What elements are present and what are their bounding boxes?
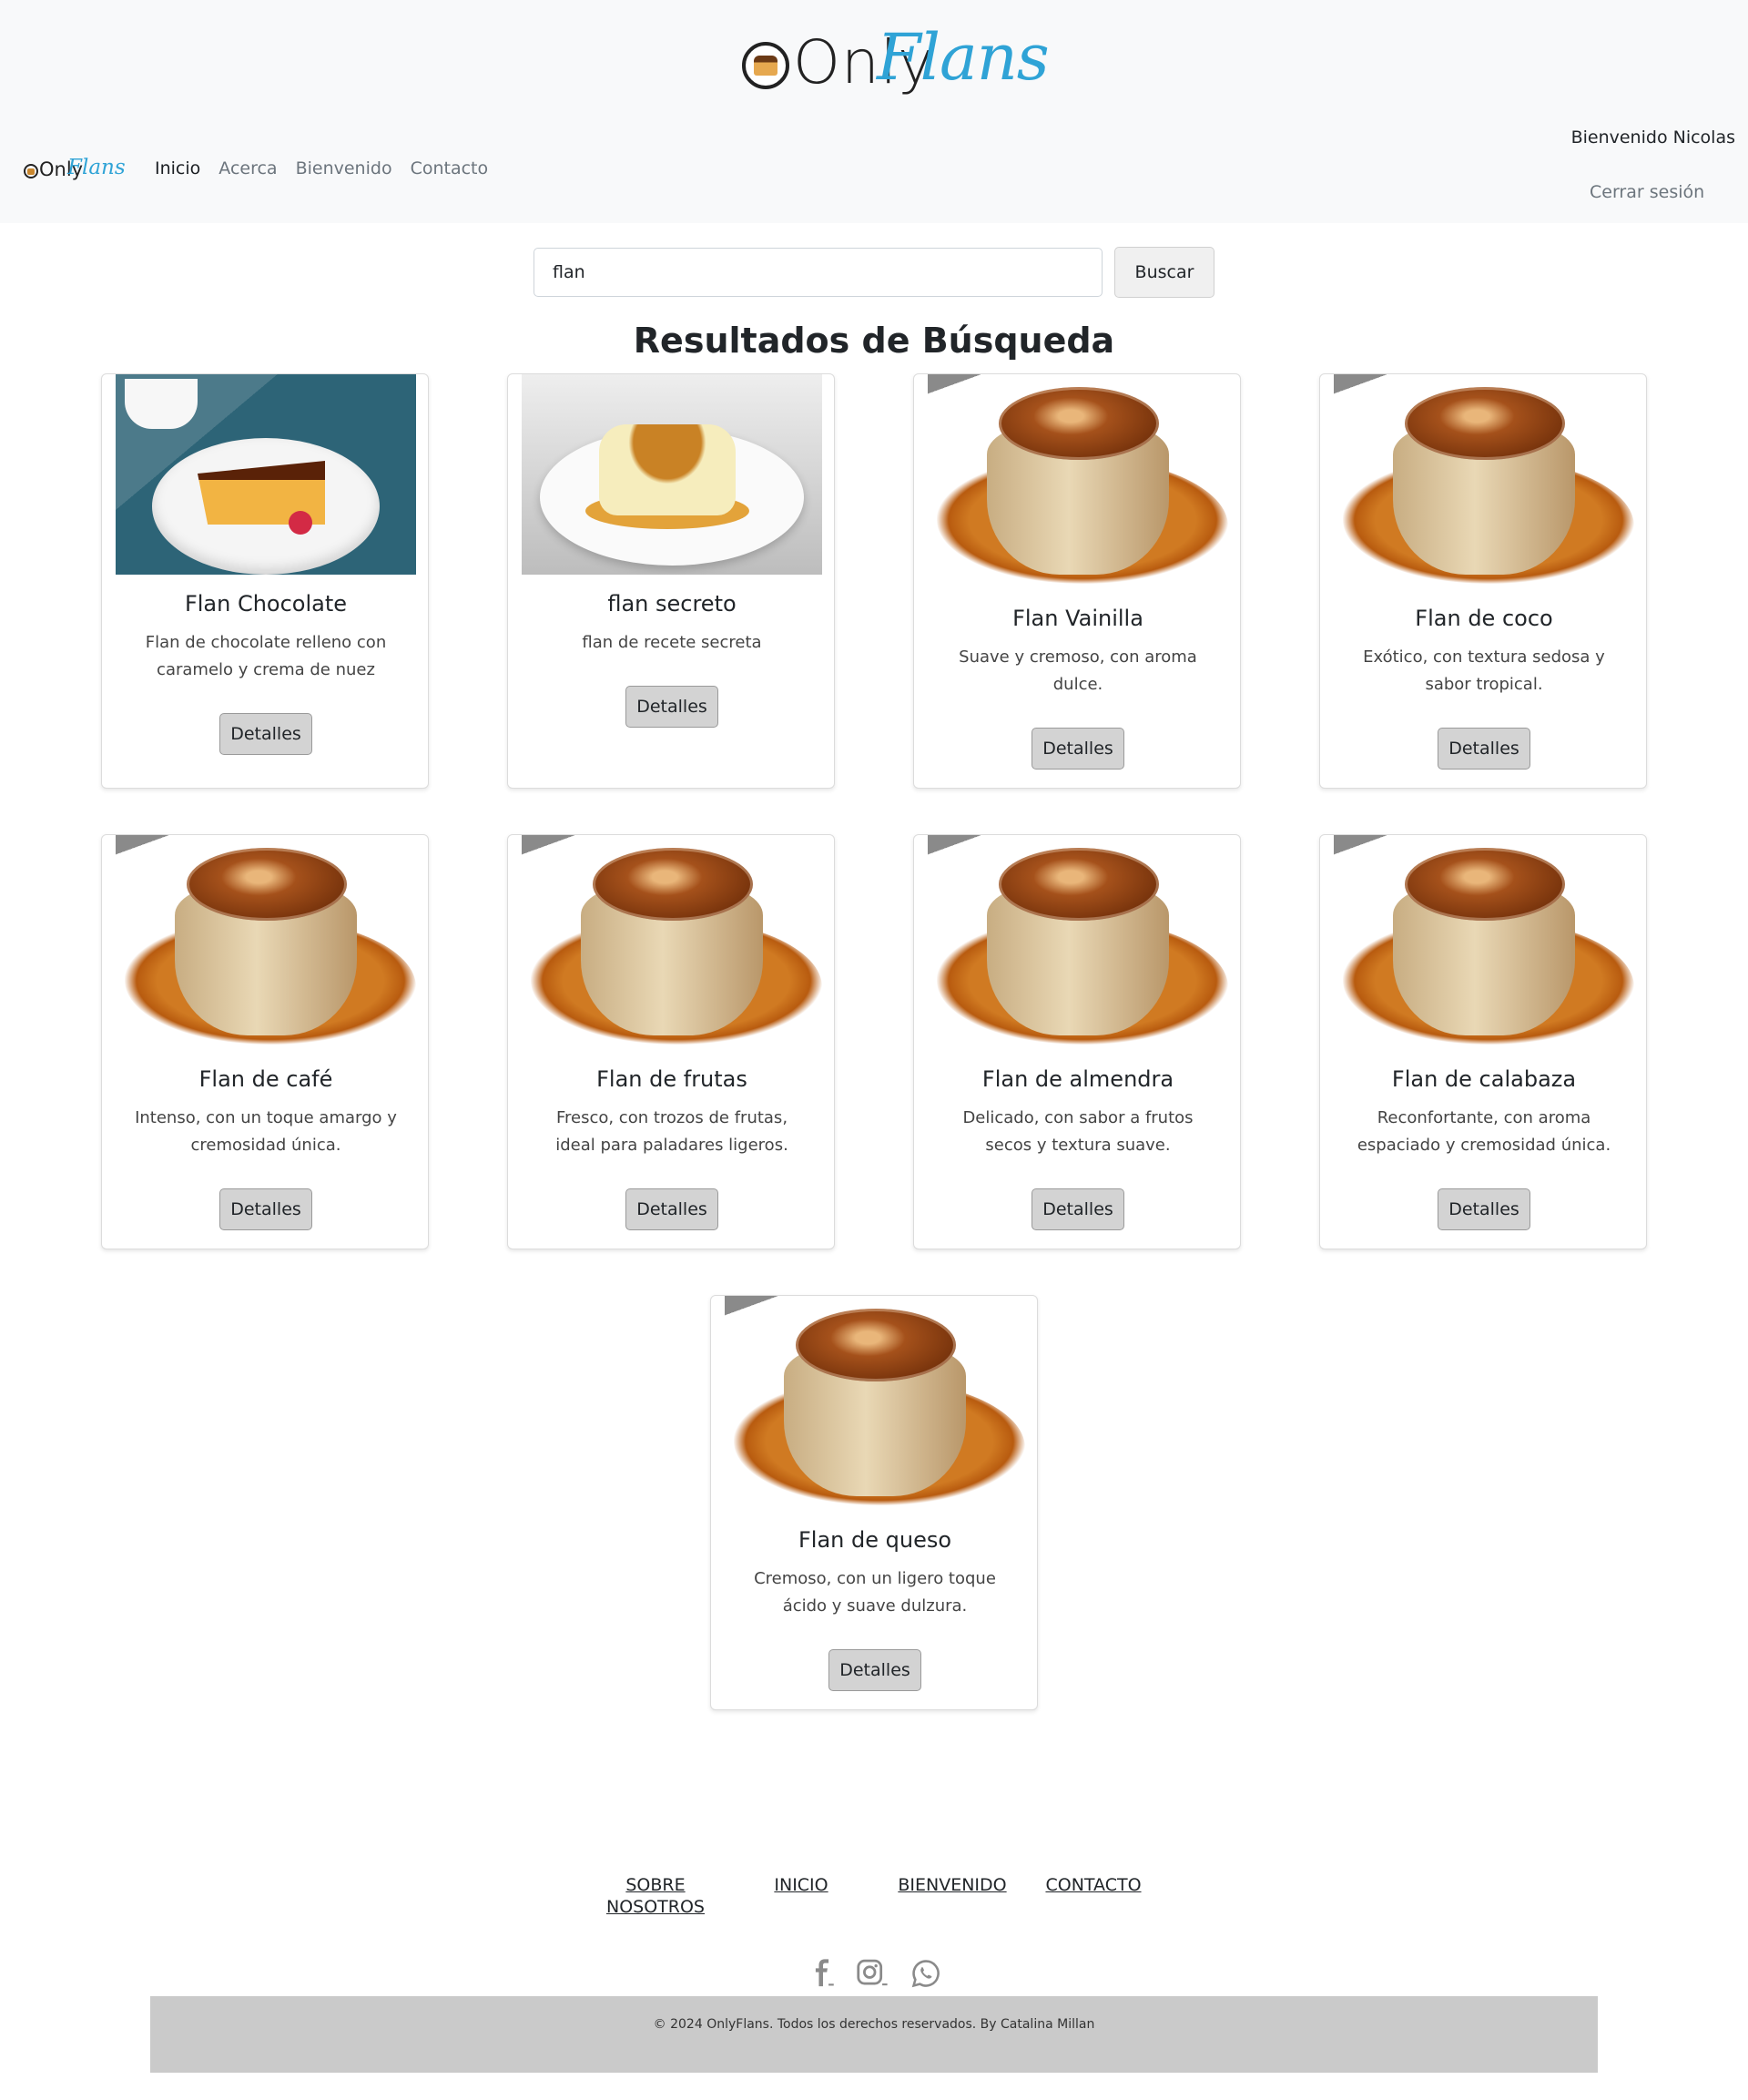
card-description: Exótico, con textura sedosa y sabor trop… xyxy=(1363,647,1605,694)
brand-flans-text: Flans xyxy=(877,20,1050,95)
flan-image xyxy=(1334,374,1634,589)
card-title: Flan Vainilla xyxy=(1012,606,1143,631)
card-title: Flan de café xyxy=(198,1066,333,1092)
instagram-icon[interactable] xyxy=(856,1958,889,1996)
card-title: Flan de queso xyxy=(798,1527,952,1553)
page-title: Resultados de Búsqueda xyxy=(633,321,1115,361)
details-button[interactable]: Detalles xyxy=(625,1188,718,1230)
footer-link-inicio[interactable]: INICIO xyxy=(773,1874,829,1896)
flan-image xyxy=(1334,835,1634,1050)
details-button[interactable]: Detalles xyxy=(1438,1188,1530,1230)
caramel-flan-image xyxy=(522,374,822,575)
details-button[interactable]: Detalles xyxy=(1032,1188,1124,1230)
product-card: Flan de almendra Delicado, con sabor a f… xyxy=(913,834,1241,1249)
card-description: Cremoso, con un ligero toque ácido y sua… xyxy=(754,1569,996,1616)
nav-item-bienvenido[interactable]: Bienvenido xyxy=(296,158,392,178)
card-title: flan secreto xyxy=(607,591,737,617)
footer-link-sobre-nosotros[interactable]: SOBRE NOSOTROS xyxy=(601,1874,710,1918)
nav-item-contacto[interactable]: Contacto xyxy=(411,158,489,178)
details-button[interactable]: Detalles xyxy=(219,713,312,755)
copyright-bar: © 2024 OnlyFlans. Todos los derechos res… xyxy=(150,1996,1598,2073)
chocolate-flan-image xyxy=(116,374,416,575)
search-button[interactable]: Buscar xyxy=(1114,247,1214,298)
card-title: Flan Chocolate xyxy=(184,591,348,617)
flan-logo-icon xyxy=(24,164,38,178)
flan-image xyxy=(522,835,822,1050)
product-card: flan secreto flan de recete secreta Deta… xyxy=(507,373,835,789)
navbar-brand-flans: Flans xyxy=(67,156,126,179)
footer-nav: SOBRE NOSOTROS INICIO BIENVENIDO CONTACT… xyxy=(0,1872,1748,1927)
product-card: Flan de calabaza Reconfortante, con arom… xyxy=(1319,834,1647,1249)
welcome-text: Bienvenido Nicolas xyxy=(1570,127,1735,148)
card-description: Suave y cremoso, con aroma dulce. xyxy=(959,647,1197,694)
navbar-brand[interactable]: Only Flans xyxy=(24,155,126,186)
whatsapp-icon[interactable] xyxy=(910,1958,941,1996)
card-description: Fresco, con trozos de frutas, ideal para… xyxy=(555,1108,788,1155)
card-title: Flan de coco xyxy=(1415,606,1553,631)
details-button[interactable]: Detalles xyxy=(828,1649,921,1691)
card-description: Reconfortante, con aroma espaciado y cre… xyxy=(1357,1108,1611,1155)
product-card: Flan Chocolate Flan de chocolate relleno… xyxy=(101,373,429,789)
flan-image xyxy=(928,835,1228,1050)
brand-logo: Only Flans xyxy=(740,20,1050,102)
footer-link-bienvenido[interactable]: BIENVENIDO xyxy=(898,1874,1007,1896)
footer-link-contacto[interactable]: CONTACTO xyxy=(1043,1874,1143,1896)
details-button[interactable]: Detalles xyxy=(1438,728,1530,770)
nav-item-inicio[interactable]: Inicio xyxy=(155,158,200,178)
product-card: Flan de coco Exótico, con textura sedosa… xyxy=(1319,373,1647,789)
facebook-icon[interactable] xyxy=(807,1958,838,1996)
card-description: Flan de chocolate relleno con caramelo y… xyxy=(145,633,387,679)
nav-item-acerca[interactable]: Acerca xyxy=(218,158,277,178)
details-button[interactable]: Detalles xyxy=(219,1188,312,1230)
flan-logo-icon xyxy=(742,42,789,89)
flan-image xyxy=(928,374,1228,589)
details-button[interactable]: Detalles xyxy=(1032,728,1124,770)
flan-image xyxy=(725,1296,1025,1511)
search-input[interactable]: flan xyxy=(534,248,1103,297)
card-description: Delicado, con sabor a frutos secos y tex… xyxy=(962,1108,1194,1155)
main-nav: Inicio Acerca Bienvenido Contacto xyxy=(155,158,488,178)
card-title: Flan de calabaza xyxy=(1391,1066,1577,1092)
product-card: Flan de café Intenso, con un toque amarg… xyxy=(101,834,429,1249)
product-card: Flan de frutas Fresco, con trozos de fru… xyxy=(507,834,835,1249)
card-title: Flan de almendra xyxy=(981,1066,1174,1092)
product-card: Flan de queso Cremoso, con un ligero toq… xyxy=(710,1295,1038,1710)
logout-link[interactable]: Cerrar sesión xyxy=(1590,182,1704,202)
product-card: Flan Vainilla Suave y cremoso, con aroma… xyxy=(913,373,1241,789)
card-description: Intenso, con un toque amargo y cremosida… xyxy=(135,1108,397,1155)
flan-image xyxy=(116,835,416,1050)
card-title: Flan de frutas xyxy=(596,1066,747,1092)
card-description: flan de recete secreta xyxy=(582,633,762,652)
details-button[interactable]: Detalles xyxy=(625,686,718,728)
